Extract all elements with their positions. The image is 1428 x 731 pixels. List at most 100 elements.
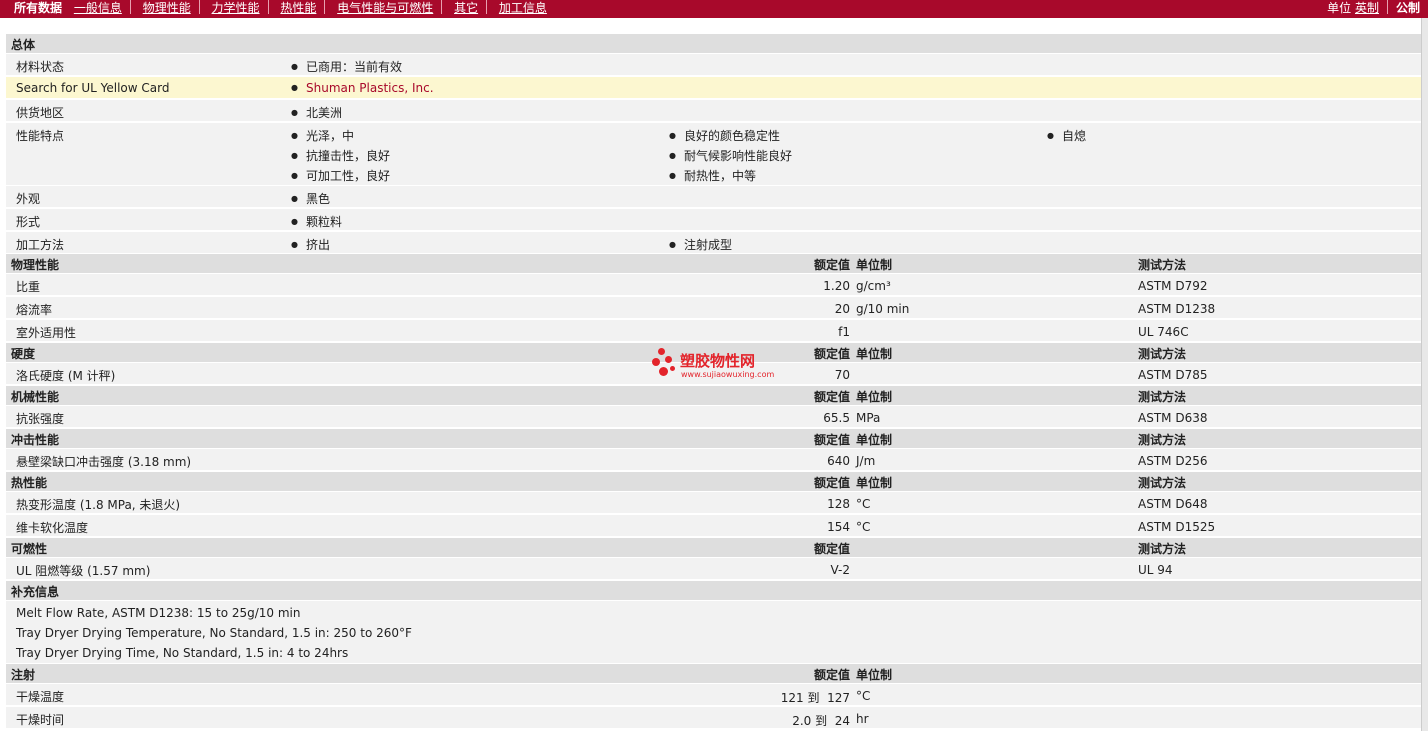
- row-value: 颗粒料: [291, 213, 342, 230]
- row-unit: g/cm³: [856, 279, 891, 293]
- row-value: 65.5: [823, 411, 850, 425]
- header-unit: 单位制: [856, 476, 893, 490]
- header-nominal: 额定值: [813, 542, 850, 556]
- row-appearance: 外观 黑色: [6, 186, 1422, 208]
- row-value: 154: [827, 520, 850, 534]
- header-nominal: 额定值: [813, 476, 850, 490]
- tab-electrical-flammability[interactable]: 电气性能与可燃性: [337, 1, 433, 16]
- row-unit: J/m: [856, 454, 876, 468]
- all-data-tab[interactable]: 所有数据: [14, 1, 62, 16]
- row-label: 外观: [16, 192, 41, 206]
- row-method: ASTM D256: [1138, 454, 1208, 468]
- table-row: 比重 1.20 g/cm³ ASTM D792: [6, 274, 1422, 296]
- header-nominal: 额定值: [813, 258, 850, 272]
- row-form: 形式 颗粒料: [6, 209, 1422, 231]
- section-title: 总体: [11, 38, 36, 52]
- header-nominal: 额定值: [813, 390, 850, 404]
- table-row: UL 阻燃等级 (1.57 mm) V-2 UL 94: [6, 558, 1422, 580]
- tab-physical[interactable]: 物理性能: [143, 1, 191, 16]
- row-method: ASTM D785: [1138, 368, 1208, 382]
- top-nav-bar: 所有数据 一般信息 物理性能 力学性能 热性能 电气性能与可燃性 其它 加工信息…: [0, 0, 1428, 18]
- ul-card-link[interactable]: Shuman Plastics, Inc.: [291, 81, 434, 95]
- row-value: 北美洲: [291, 104, 342, 121]
- row-value: 注射成型: [669, 236, 732, 253]
- row-method: ASTM D1238: [1138, 302, 1216, 316]
- tab-general-info[interactable]: 一般信息: [74, 1, 122, 16]
- note-line: Melt Flow Rate, ASTM D1238: 15 to 25g/10…: [16, 606, 301, 620]
- row-value: 1.20: [823, 279, 850, 293]
- vertical-scrollbar[interactable]: [1421, 18, 1428, 731]
- row-method: ASTM D1525: [1138, 520, 1216, 534]
- section-title: 冲击性能: [11, 433, 60, 447]
- section-supplementary: 补充信息: [6, 581, 1422, 601]
- row-material-status: 材料状态 已商用：当前有效: [6, 54, 1422, 76]
- header-method: 测试方法: [1138, 258, 1187, 272]
- tab-other[interactable]: 其它: [454, 1, 478, 16]
- row-method: ASTM D792: [1138, 279, 1208, 293]
- header-unit: 单位制: [856, 433, 893, 447]
- tab-mechanical[interactable]: 力学性能: [212, 1, 260, 16]
- table-row: 热变形温度 (1.8 MPa, 未退火) 128 °C ASTM D648: [6, 492, 1422, 514]
- row-label: 材料状态: [16, 60, 65, 74]
- row-method: ASTM D648: [1138, 497, 1208, 511]
- row-label: 形式: [16, 215, 41, 229]
- row-unit: hr: [856, 712, 869, 726]
- supplementary-notes: Melt Flow Rate, ASTM D1238: 15 to 25g/10…: [6, 601, 1422, 664]
- row-label: 性能特点: [16, 129, 65, 143]
- row-unit: °C: [856, 689, 871, 703]
- row-value: 20: [834, 302, 850, 316]
- nav-divider: [267, 0, 269, 14]
- row-unit: °C: [856, 520, 871, 534]
- feature-item: 光泽，中: [291, 127, 354, 144]
- table-row: 干燥温度 121 到 127 °C: [6, 684, 1422, 706]
- row-value: 已商用：当前有效: [291, 58, 402, 75]
- feature-item: 自熄: [1047, 127, 1086, 144]
- header-nominal: 额定值: [813, 347, 850, 361]
- row-label: 悬壁梁缺口冲击强度 (3.18 mm): [16, 455, 192, 469]
- row-unit: g/10 min: [856, 302, 910, 316]
- tab-thermal[interactable]: 热性能: [280, 1, 316, 16]
- row-label: 抗张强度: [16, 412, 65, 426]
- row-label: 熔流率: [16, 303, 53, 317]
- header-unit: 单位制: [856, 347, 893, 361]
- watermark-logo: 塑胶物性网 www.sujiaowuxing.com: [652, 348, 787, 382]
- row-value: 128: [827, 497, 850, 511]
- feature-item: 耐热性，中等: [669, 167, 756, 184]
- feature-item: 耐气候影响性能良好: [669, 147, 792, 164]
- nav-divider: [198, 0, 200, 14]
- table-row: 干燥时间 2.0 到 24 hr: [6, 707, 1422, 729]
- row-label: 干燥温度: [16, 690, 65, 704]
- row-label: 比重: [16, 280, 41, 294]
- section-general: 总体: [6, 34, 1422, 54]
- nav-divider: [441, 0, 443, 14]
- table-row: 抗张强度 65.5 MPa ASTM D638: [6, 406, 1422, 428]
- row-value: 2.0 到 24: [792, 714, 850, 728]
- section-title: 热性能: [11, 476, 48, 490]
- section-title: 注射: [11, 668, 36, 682]
- header-method: 测试方法: [1138, 347, 1187, 361]
- header-method: 测试方法: [1138, 433, 1187, 447]
- row-method: ASTM D638: [1138, 411, 1208, 425]
- feature-item: 可加工性，良好: [291, 167, 390, 184]
- section-title: 物理性能: [11, 258, 60, 272]
- watermark-text: 塑胶物性网: [680, 352, 756, 370]
- row-value: 黑色: [291, 190, 330, 207]
- units-label: 单位: [1327, 1, 1352, 15]
- table-row: 悬壁梁缺口冲击强度 (3.18 mm) 640 J/m ASTM D256: [6, 449, 1422, 471]
- nav-divider: [129, 0, 131, 14]
- header-method: 测试方法: [1138, 390, 1187, 404]
- row-value: 70: [834, 368, 850, 382]
- table-row: 熔流率 20 g/10 min ASTM D1238: [6, 297, 1422, 319]
- header-method: 测试方法: [1138, 476, 1187, 490]
- row-value: V-2: [830, 563, 850, 577]
- tab-processing[interactable]: 加工信息: [499, 1, 547, 16]
- section-injection: 注射 额定值 单位制: [6, 664, 1422, 684]
- metric-units-current: 公制: [1395, 1, 1420, 15]
- imperial-units-link[interactable]: 英制: [1355, 1, 1379, 15]
- section-mechanical: 机械性能 额定值 单位制 测试方法: [6, 386, 1422, 406]
- nav-divider: [324, 0, 326, 14]
- note-line: Tray Dryer Drying Temperature, No Standa…: [16, 626, 412, 640]
- table-row: 维卡软化温度 154 °C ASTM D1525: [6, 515, 1422, 537]
- header-nominal: 额定值: [813, 433, 850, 447]
- section-title: 硬度: [11, 347, 36, 361]
